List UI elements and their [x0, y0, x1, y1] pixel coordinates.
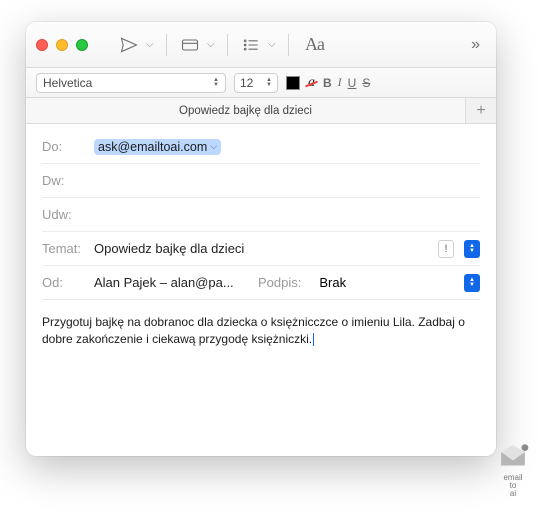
recipient-email: ask@emailtoai.com	[98, 140, 207, 154]
new-tab-button[interactable]: +	[466, 98, 496, 123]
subject-input[interactable]: Opowiedz bajkę dla dzieci	[94, 241, 430, 256]
tab-bar: Opowiedz bajkę dla dzieci +	[26, 98, 496, 124]
select-chevrons-icon: ▲▼	[464, 274, 480, 292]
from-label: Od:	[42, 275, 86, 290]
send-button[interactable]	[114, 31, 144, 59]
tab-title: Opowiedz bajkę dla dzieci	[179, 105, 312, 117]
text-color-swatch[interactable]	[286, 76, 300, 90]
text-cursor	[313, 333, 314, 346]
select-chevrons-icon: ▲▼	[266, 78, 272, 88]
header-fields: Do: ask@emailtoai.com ⌵ Dw: Udw: Temat: …	[26, 124, 496, 300]
subject-label: Temat:	[42, 241, 86, 256]
zoom-window-button[interactable]	[76, 39, 88, 51]
bold-button[interactable]: B	[323, 76, 332, 90]
brand-line3: ai	[492, 490, 534, 498]
clear-style-button[interactable]: a	[308, 75, 315, 91]
envelope-icon	[496, 440, 530, 474]
cc-label: Dw:	[42, 173, 86, 188]
window-controls	[36, 39, 88, 51]
list-format-button[interactable]	[236, 31, 266, 59]
message-body[interactable]: Przygotuj bajkę na dobranoc dla dziecka …	[26, 300, 496, 456]
body-text: Przygotuj bajkę na dobranoc dla dziecka …	[42, 315, 465, 346]
header-fields-button[interactable]	[175, 31, 205, 59]
header-fields-chevron[interactable]: ⌵	[207, 39, 219, 50]
toolbar-separator	[166, 34, 167, 56]
font-size-value: 12	[240, 76, 253, 90]
send-options-chevron[interactable]: ⌵	[146, 39, 158, 50]
italic-button[interactable]: I	[338, 75, 342, 90]
cc-row[interactable]: Dw:	[42, 164, 480, 198]
from-row: Od: Alan Pajek – alan@pa... Podpis: Brak…	[42, 266, 480, 300]
to-row: Do: ask@emailtoai.com ⌵	[42, 130, 480, 164]
toolbar-separator	[288, 34, 289, 56]
text-style-group: B I U S	[323, 75, 370, 90]
strikethrough-button[interactable]: S	[362, 76, 370, 90]
window-toolbar: ⌵ ⌵ ⌵ Aa »	[26, 22, 496, 68]
compose-tab[interactable]: Opowiedz bajkę dla dzieci	[26, 98, 466, 123]
priority-button[interactable]: !	[438, 240, 454, 258]
to-label: Do:	[42, 139, 86, 154]
signature-value: Brak	[319, 275, 346, 290]
font-size-select[interactable]: 12 ▲▼	[234, 73, 278, 93]
font-family-value: Helvetica	[43, 76, 92, 90]
subject-row: Temat: Opowiedz bajkę dla dzieci ! ▲▼	[42, 232, 480, 266]
list-format-chevron[interactable]: ⌵	[268, 39, 280, 50]
recipient-token[interactable]: ask@emailtoai.com ⌵	[94, 139, 221, 155]
toolbar-overflow-button[interactable]: »	[465, 36, 486, 54]
token-chevron-icon: ⌵	[210, 141, 217, 152]
signature-label: Podpis:	[258, 275, 301, 290]
priority-select[interactable]: ▲▼	[464, 240, 480, 258]
font-family-select[interactable]: Helvetica ▲▼	[36, 73, 226, 93]
emailtoai-logo: email to ai	[492, 440, 534, 498]
bcc-row[interactable]: Udw:	[42, 198, 480, 232]
toolbar-separator	[227, 34, 228, 56]
select-chevrons-icon: ▲▼	[213, 78, 219, 88]
from-account-select[interactable]: Alan Pajek – alan@pa...	[94, 275, 244, 290]
signature-select[interactable]: Brak ▲▼	[309, 273, 480, 293]
bcc-label: Udw:	[42, 207, 86, 222]
minimize-window-button[interactable]	[56, 39, 68, 51]
format-bar: Helvetica ▲▼ 12 ▲▼ a B I U S	[26, 68, 496, 98]
close-window-button[interactable]	[36, 39, 48, 51]
format-text-button[interactable]: Aa	[297, 34, 332, 55]
compose-window: ⌵ ⌵ ⌵ Aa » Helvetica ▲▼ 12 ▲▼ a B I U S	[26, 22, 496, 456]
underline-button[interactable]: U	[348, 76, 357, 90]
